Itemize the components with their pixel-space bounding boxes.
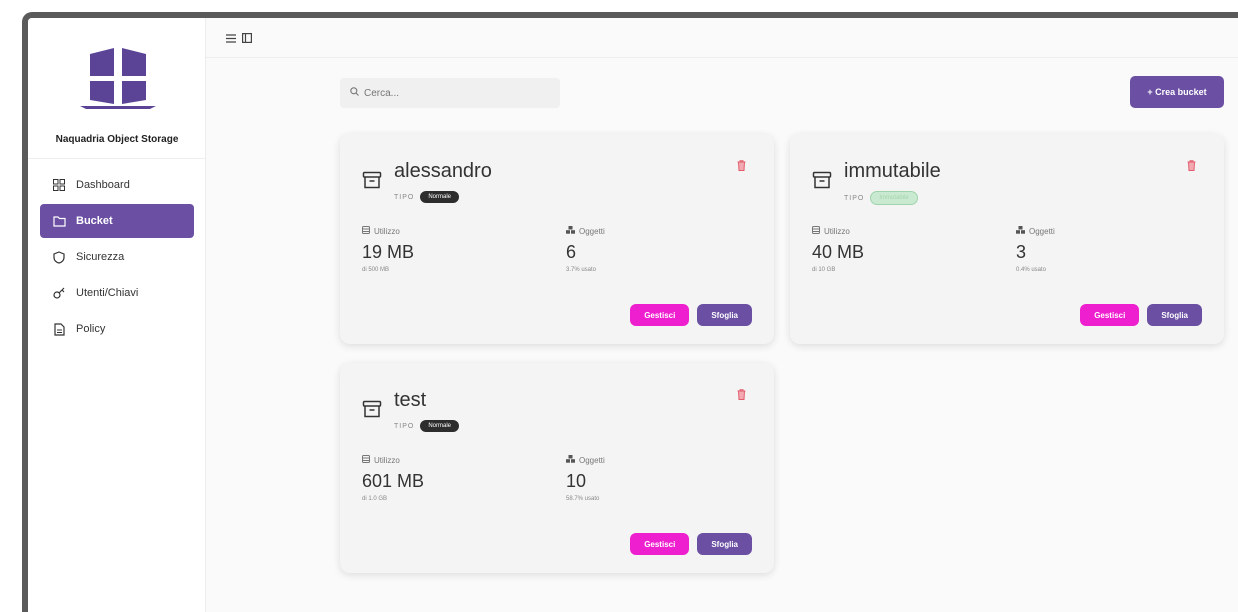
trash-icon[interactable] xyxy=(737,160,746,171)
objects-value: 3 xyxy=(1016,242,1027,262)
usage-quota: di 500 MB xyxy=(362,267,390,273)
usage-stat: Utilizzo 19 MB di 500 MB xyxy=(362,226,414,273)
objects-percent: 0.4% usato xyxy=(1016,267,1047,273)
manage-button[interactable]: Gestisci xyxy=(630,533,690,555)
browse-button[interactable]: Sfoglia xyxy=(697,533,752,555)
brand-name: Naquadria Object Storage xyxy=(55,134,179,145)
bucket-card: immutabile TIPO Immutabile Utilizzo 40 M… xyxy=(790,134,1224,344)
sidebar-nav: Dashboard Bucket Sicurezza Utenti/Chiavi xyxy=(40,168,194,348)
sidebar-item-sicurezza[interactable]: Sicurezza xyxy=(40,240,194,274)
browse-button[interactable]: Sfoglia xyxy=(697,304,752,326)
usage-stat: Utilizzo 601 MB di 1.0 GB xyxy=(362,455,424,502)
usage-quota: di 1.0 GB xyxy=(362,496,388,502)
sidebar-item-dashboard[interactable]: Dashboard xyxy=(40,168,194,202)
manage-button[interactable]: Gestisci xyxy=(1080,304,1140,326)
database-icon xyxy=(812,226,820,236)
objects-percent: 58.7% usato xyxy=(566,496,600,502)
usage-value: 19 MB xyxy=(362,242,415,262)
key-icon xyxy=(52,286,66,300)
bucket-name: alessandro xyxy=(394,160,492,182)
sidebar-item-label: Policy xyxy=(76,323,106,335)
sidebar-divider xyxy=(28,158,206,159)
objects-stat: Oggetti 3 0.4% usato xyxy=(1016,226,1055,273)
bucket-name: immutabile xyxy=(844,160,941,182)
objects-percent: 3.7% usato xyxy=(566,267,597,273)
objects-stat: Oggetti 6 3.7% usato xyxy=(566,226,605,273)
type-badge: Immutabile xyxy=(870,191,918,205)
type-label: TIPO xyxy=(394,193,415,201)
create-bucket-button[interactable]: + Crea bucket xyxy=(1130,76,1224,108)
type-label: TIPO xyxy=(394,422,415,430)
sidebar-item-bucket[interactable]: Bucket xyxy=(40,204,194,238)
bucket-card: alessandro TIPO Normale Utilizzo 19 MB d… xyxy=(340,134,774,344)
database-icon xyxy=(362,226,370,236)
type-badge: Normale xyxy=(420,420,460,432)
search-input[interactable] xyxy=(364,87,544,99)
objects-icon xyxy=(1016,226,1025,236)
usage-value: 40 MB xyxy=(812,242,865,262)
usage-label: Utilizzo xyxy=(374,455,400,465)
sidebar-item-utenti[interactable]: Utenti/Chiavi xyxy=(40,276,194,310)
objects-value: 6 xyxy=(566,242,577,262)
sidebar-item-label: Bucket xyxy=(76,215,113,227)
bucket-name: test xyxy=(394,389,427,411)
sidebar: Naquadria Object Storage Dashboard Bucke… xyxy=(28,18,206,612)
objects-label: Oggetti xyxy=(1029,226,1055,236)
sidebar-item-label: Dashboard xyxy=(76,179,130,191)
search-icon xyxy=(350,87,359,99)
objects-stat: Oggetti 10 58.7% usato xyxy=(566,455,605,502)
menu-icon[interactable] xyxy=(226,30,236,48)
archive-icon xyxy=(812,171,832,189)
browse-button[interactable]: Sfoglia xyxy=(1147,304,1202,326)
objects-icon xyxy=(566,455,575,465)
top-bar xyxy=(206,18,1238,58)
trash-icon[interactable] xyxy=(1187,160,1196,171)
bucket-card: test TIPO Normale Utilizzo 601 MB di 1.0… xyxy=(340,363,774,573)
sidebar-item-label: Utenti/Chiavi xyxy=(76,287,139,299)
app-window: Naquadria Object Storage Dashboard Bucke… xyxy=(22,12,1238,612)
usage-stat: Utilizzo 40 MB di 10 GB xyxy=(812,226,864,273)
objects-value: 10 xyxy=(566,471,587,491)
objects-label: Oggetti xyxy=(579,226,605,236)
archive-icon xyxy=(362,400,382,418)
usage-label: Utilizzo xyxy=(374,226,400,236)
usage-quota: di 10 GB xyxy=(812,267,836,273)
sidebar-item-label: Sicurezza xyxy=(76,251,125,263)
manage-button[interactable]: Gestisci xyxy=(630,304,690,326)
logo-icon xyxy=(80,48,156,109)
panel-toggle-icon[interactable] xyxy=(242,30,253,48)
type-label: TIPO xyxy=(844,194,865,202)
trash-icon[interactable] xyxy=(737,389,746,400)
folder-icon xyxy=(52,214,66,228)
dashboard-icon xyxy=(52,178,66,192)
usage-label: Utilizzo xyxy=(824,226,850,236)
search-box[interactable] xyxy=(340,78,560,108)
archive-icon xyxy=(362,171,382,189)
type-badge: Normale xyxy=(420,191,460,203)
sidebar-item-policy[interactable]: Policy xyxy=(40,312,194,346)
database-icon xyxy=(362,455,370,465)
objects-label: Oggetti xyxy=(579,455,605,465)
usage-value: 601 MB xyxy=(362,471,425,491)
document-icon xyxy=(52,322,66,336)
objects-icon xyxy=(566,226,575,236)
shield-icon xyxy=(52,250,66,264)
